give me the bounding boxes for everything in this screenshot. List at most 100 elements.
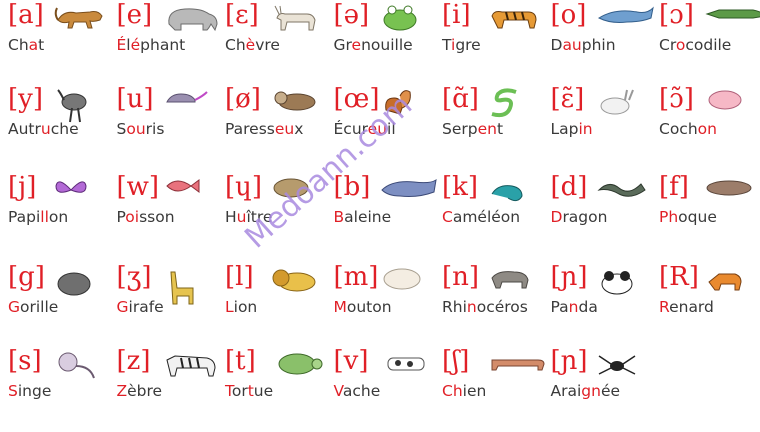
ipa-symbol: [R] — [659, 262, 699, 292]
phoneme-card: [ɛ̃] Lapin — [543, 84, 651, 170]
word-part: inge — [17, 382, 52, 400]
word-part: enard — [669, 298, 714, 316]
highlighted-letters: è — [245, 36, 256, 54]
animal-name: Souris — [117, 120, 165, 138]
goat-icon — [271, 4, 321, 32]
word-part: D — [550, 36, 563, 54]
ipa-symbol: [e] — [116, 0, 153, 30]
word-part: ragon — [562, 208, 608, 226]
highlighted-letters: é — [130, 36, 141, 54]
highlighted-letters: R — [659, 298, 670, 316]
word-part: ue — [253, 382, 274, 400]
phoneme-card: [ɲ] Panda — [543, 262, 651, 348]
word-part: améléon — [452, 208, 521, 226]
highlighted-letters: M — [333, 298, 347, 316]
phoneme-card: [k] Caméléon — [434, 172, 542, 258]
word-part: nouille — [361, 36, 413, 54]
highlighted-letters: a — [28, 36, 39, 54]
highlighted-letters: u — [40, 120, 51, 138]
highlighted-letters: É — [116, 36, 127, 54]
word-part: sson — [139, 208, 175, 226]
animal-name: Poisson — [117, 208, 175, 226]
animal-name: Gorille — [8, 298, 58, 316]
turtle-icon — [271, 350, 323, 376]
phoneme-card: [ɲ] Araignée — [543, 346, 651, 432]
phoneme-card: [b] Baleine — [326, 172, 437, 258]
rhinoceros-icon — [488, 266, 532, 290]
word-part: on — [48, 208, 69, 226]
phoneme-card: [ʃ] Chien — [434, 346, 545, 432]
word-part: t — [38, 36, 45, 54]
phoneme-card: [w] Poisson — [109, 172, 217, 258]
word-part: orille — [20, 298, 59, 316]
word-part: Arai — [550, 382, 582, 400]
ipa-symbol: [ʃ] — [442, 346, 470, 376]
pig-icon — [705, 88, 745, 112]
ipa-symbol: [g] — [8, 262, 45, 292]
animal-name: Lapin — [551, 120, 593, 138]
word-part: Ch — [225, 36, 246, 54]
animal-name: Renard — [659, 298, 714, 316]
highlighted-letters: ou — [126, 120, 146, 138]
monkey-icon — [54, 350, 100, 384]
word-part: Coch — [659, 120, 698, 138]
animal-name: Singe — [8, 382, 51, 400]
highlighted-letters: n — [466, 298, 477, 316]
animal-name: Papillon — [8, 208, 68, 226]
tiger-icon — [488, 4, 540, 30]
ipa-symbol: [i] — [442, 0, 471, 30]
butterfly-icon — [54, 176, 88, 204]
ipa-symbol: [ɛ̃] — [550, 84, 585, 114]
animal-name: Mouton — [334, 298, 392, 316]
phoneme-card: [o] Dauphin — [543, 0, 654, 86]
phoneme-card: [a] Chat — [0, 0, 108, 86]
seal-icon — [705, 176, 753, 196]
mouse-icon — [163, 88, 209, 108]
animal-name: Phoque — [659, 208, 717, 226]
phoneme-card: [z] Zèbre — [109, 346, 217, 432]
ipa-symbol: [ʒ] — [116, 262, 152, 292]
phoneme-card: [R] Renard — [651, 262, 759, 348]
phoneme-card: [j] Papillon — [0, 172, 108, 258]
highlighted-letters: n — [568, 298, 579, 316]
highlighted-letters: on — [697, 120, 717, 138]
chameleon-icon — [488, 176, 528, 206]
ipa-symbol: [f] — [659, 172, 689, 202]
word-part: Cr — [659, 36, 676, 54]
animal-name: Baleine — [334, 208, 392, 226]
frog-icon — [380, 4, 420, 32]
elephant-icon — [163, 4, 221, 32]
dolphin-icon — [597, 4, 655, 26]
animal-name: Paresseux — [225, 120, 303, 138]
word-part: Paress — [225, 120, 275, 138]
phoneme-card: [ø] Paresseux — [217, 84, 325, 170]
highlighted-letters: oi — [125, 208, 140, 226]
ipa-symbol: [s] — [8, 346, 42, 376]
highlighted-letters: en — [477, 120, 497, 138]
highlighted-letters: S — [8, 382, 18, 400]
animal-name: Vache — [334, 382, 381, 400]
animal-name: Crocodile — [659, 36, 731, 54]
phoneme-card: [ʒ] Girafe — [109, 262, 217, 348]
animal-name: Chat — [8, 36, 44, 54]
crocodile-icon — [705, 4, 760, 22]
phoneme-card: [ə] Grenouille — [326, 0, 434, 86]
highlighted-letters: Z — [116, 382, 128, 400]
ipa-symbol: [k] — [442, 172, 479, 202]
phoneme-card: [g] Gorille — [0, 262, 108, 348]
ipa-symbol: [j] — [8, 172, 37, 202]
highlighted-letters: eu — [274, 120, 295, 138]
ipa-symbol: [ɑ̃] — [442, 84, 479, 114]
animal-name: Dragon — [551, 208, 608, 226]
highlighted-letters: Ch — [442, 382, 463, 400]
phoneme-card: [f] Phoque — [651, 172, 759, 258]
ipa-symbol: [a] — [8, 0, 44, 30]
phoneme-card: [ɔ̃] Cochon — [651, 84, 759, 170]
rabbit-icon — [597, 88, 637, 116]
phoneme-card: [y] Autruche — [0, 84, 108, 170]
animal-name: Cochon — [659, 120, 717, 138]
gorilla-icon — [54, 266, 94, 296]
ipa-symbol: [ɥ] — [225, 172, 263, 202]
word-part: èbre — [127, 382, 163, 400]
word-part: ache — [342, 382, 381, 400]
